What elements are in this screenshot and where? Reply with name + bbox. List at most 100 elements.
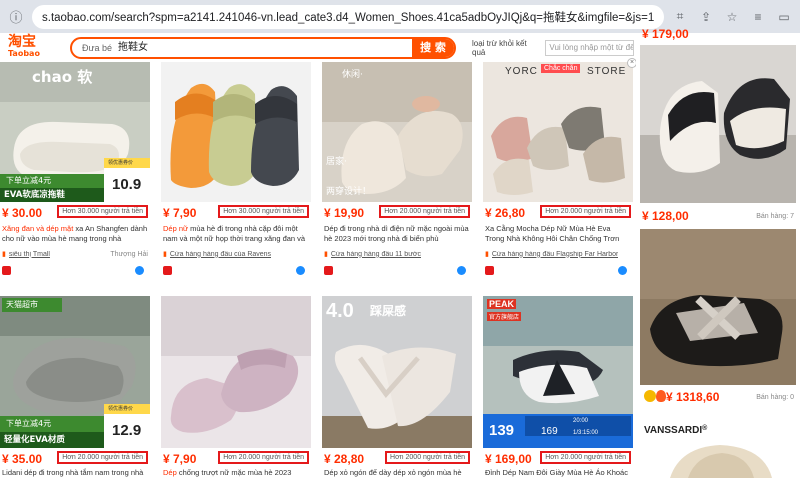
- search-button[interactable]: 搜 索: [412, 39, 454, 57]
- shop-marker-icon: ▮: [485, 251, 489, 258]
- shop-name[interactable]: siêu thị Tmall: [9, 251, 50, 258]
- title-highlight: Dép nữ: [163, 224, 189, 233]
- promo-tag-1: 169: [541, 426, 558, 437]
- image-tag: YORC: [505, 66, 538, 77]
- product-title[interactable]: Dép nữ mùa hè đi trong nhà cặp đôi một n…: [163, 224, 309, 244]
- recommend-image-1[interactable]: [640, 45, 796, 203]
- product-image[interactable]: 4.0 踩屎感: [322, 296, 472, 448]
- price: ¥ 19,90: [324, 206, 365, 220]
- product-title[interactable]: Dép xỏ ngón đế dày dép xỏ ngón mùa hè: [324, 468, 470, 478]
- recommend-price-1: ¥ 128,00: [642, 209, 689, 223]
- info-icon[interactable]: ⓘ: [6, 7, 26, 27]
- shop-name[interactable]: Cửa hàng hàng đầu 11 bước: [331, 251, 421, 258]
- title-text: Dép đi trong nhà dì điện nữ mặc ngoài mù…: [324, 224, 469, 243]
- recommend-image-3[interactable]: [640, 441, 796, 478]
- chat-icon[interactable]: [296, 266, 305, 275]
- badge-top: 下单立减4元: [6, 419, 52, 428]
- icon-row: [324, 266, 470, 278]
- product-title[interactable]: Dép chống trượt nữ mặc mùa hè 2023: [163, 468, 309, 478]
- reading-list-icon[interactable]: ≡: [748, 7, 768, 27]
- product-image[interactable]: [161, 62, 311, 202]
- product-card[interactable]: ¥ 7,90 Hơn 20.000 người trả tiền Dép chố…: [161, 296, 311, 478]
- product-title[interactable]: Lidani dép đi trong nhà tắm nam trong nh…: [2, 468, 148, 478]
- product-image[interactable]: YORC STORE Chắc chắn: [483, 62, 633, 202]
- sold-label: Bán hàng:: [756, 213, 789, 220]
- product-card[interactable]: 天猫超市 下单立减4元 轻量化EVA材质 领优惠券价 12.9 ¥ 35.00 …: [0, 296, 150, 478]
- badge-price-label: 领优惠券价: [108, 406, 134, 412]
- price-row: ¥ 26,80 Hơn 20.000 người trả tiền: [483, 204, 633, 222]
- shop-name[interactable]: Cửa hàng hàng đầu Flagship Far Harbor: [492, 251, 618, 258]
- image-tag: 4.0: [326, 300, 354, 322]
- price-row: ¥ 28,80 Hơn 2000 người trả tiền: [322, 450, 472, 468]
- share-icon[interactable]: ⇪: [696, 7, 716, 27]
- product-title[interactable]: Xăng đan và dép mặt xa An Shangfen dành …: [2, 224, 148, 244]
- recommend-image-2[interactable]: [640, 229, 796, 385]
- product-card[interactable]: PEAK 官方旗舰店 139 169 20:00 1/3:15:00 ¥ 169…: [483, 296, 633, 478]
- product-card[interactable]: chao 软 下单立减4元 EVA软底凉拖鞋 领优惠券价 10.9 ¥ 30.0…: [0, 62, 150, 290]
- exclude-filter: loại trừ khỏi kết quả Vui lòng nhập một …: [472, 39, 634, 57]
- image-tag-2: 居家·: [326, 157, 347, 167]
- promo-price: 139: [489, 422, 515, 439]
- sold-label: Bán hàng:: [756, 394, 789, 401]
- sold-value: 7: [790, 213, 794, 220]
- address-bar[interactable]: s.taobao.com/search?spm=a2141.241046-vn.…: [32, 4, 664, 29]
- product-card[interactable]: ¥ 7,90 Hơn 30.000 người trả tiền Dép nữ …: [161, 62, 311, 290]
- exclude-input[interactable]: Vui lòng nhập một từ để: [545, 40, 634, 56]
- title-text: Dép xỏ ngón đế dày dép xỏ ngón mùa hè: [324, 468, 462, 477]
- badge-price-label: 领优惠券价: [108, 160, 134, 166]
- price-row: ¥ 7,90 Hơn 20.000 người trả tiền: [161, 450, 311, 468]
- paid-count-badge: Hơn 20.000 người trả tiền: [379, 205, 470, 218]
- promo-tag-3: 1/3:15:00: [573, 430, 599, 436]
- title-highlight: Xăng đan và dép mặt: [2, 224, 74, 233]
- price-row: ¥ 35.00 Hơn 20.000 người trả tiền: [0, 450, 150, 468]
- price-row: ¥ 30.00 Hơn 30.000 người trả tiền: [0, 204, 150, 222]
- paid-count-badge: Hơn 20.000 người trả tiền: [218, 451, 309, 464]
- title-text: Lidani dép đi trong nhà tắm nam trong nh…: [2, 468, 144, 477]
- search-input[interactable]: 拖鞋女: [118, 39, 412, 57]
- product-image[interactable]: PEAK 官方旗舰店 139 169 20:00 1/3:15:00: [483, 296, 633, 448]
- price-row: ¥ 169,00 Hơn 20.000 người trả tiền: [483, 450, 633, 468]
- shop-name[interactable]: Cửa hàng hàng đầu của Ravens: [170, 251, 271, 258]
- taobao-logo[interactable]: 淘宝 Taobao: [8, 35, 48, 61]
- price: ¥ 30.00: [2, 206, 43, 220]
- chat-icon[interactable]: [135, 266, 144, 275]
- shop-row: ▮ Cửa hàng hàng đầu của Ravens: [163, 248, 309, 260]
- chat-icon[interactable]: [457, 266, 466, 275]
- image-tag-2: STORE: [587, 66, 627, 77]
- split-view-icon[interactable]: ▭: [774, 7, 794, 27]
- recommendation-column: ¥ 179,00 ¥ 128,00 Bán hàng: 7 ¥ 1318,60 …: [636, 27, 800, 478]
- icon-row: [163, 266, 309, 278]
- shop-marker-icon: ▮: [163, 251, 167, 258]
- chat-icon[interactable]: [618, 266, 627, 275]
- image-tag-2: 踩屎感: [370, 304, 407, 318]
- promo-tag-2: 20:00: [573, 418, 589, 424]
- paid-count-badge: Hơn 20.000 người trả tiền: [540, 205, 631, 218]
- logo-chinese: 淘宝: [8, 34, 36, 50]
- product-image[interactable]: 天猫超市 下单立减4元 轻量化EVA材质 领优惠券价 12.9: [0, 296, 150, 448]
- price: ¥ 169,00: [485, 452, 532, 466]
- search-scope[interactable]: Đưa bé: [72, 39, 118, 57]
- product-image[interactable]: [161, 296, 311, 448]
- image-tag-2: 官方旗舰店: [487, 312, 522, 321]
- product-image[interactable]: chao 软 下单立减4元 EVA软底凉拖鞋 领优惠券价 10.9: [0, 62, 150, 202]
- product-card[interactable]: YORC STORE Chắc chắn × ¥ 26,80 Hơn 20.00…: [483, 58, 637, 290]
- taobao-header: 淘宝 Taobao Đưa bé 拖鞋女 搜 索 loại trừ khỏi k…: [0, 33, 634, 62]
- brand-name: VANSSARDI®: [644, 425, 707, 436]
- product-card[interactable]: 休闲· 居家· 两穿设计！ ¥ 19,90 Hơn 20.000 người t…: [322, 62, 472, 290]
- product-title[interactable]: Xa Cằng Mocha Dép Nữ Mùa Hè Eva Trong Nh…: [485, 224, 631, 244]
- product-card[interactable]: 4.0 踩屎感 ¥ 28,80 Hơn 2000 người trả tiền …: [322, 296, 472, 478]
- bookmark-star-icon[interactable]: ☆: [722, 7, 742, 27]
- paid-count-badge: Hơn 20.000 người trả tiền: [57, 451, 148, 464]
- recommend-sold-1: Bán hàng: 7: [756, 213, 794, 220]
- product-title[interactable]: Dép đi trong nhà dì điện nữ mặc ngoài mù…: [324, 224, 470, 244]
- price-row: ¥ 19,90 Hơn 20.000 người trả tiền: [322, 204, 472, 222]
- tmall-icon: [324, 266, 333, 275]
- translate-icon[interactable]: ⌗: [670, 7, 690, 27]
- product-image[interactable]: 休闲· 居家· 两穿设计！: [322, 62, 472, 202]
- shop-row: ▮ Cửa hàng hàng đầu Flagship Far Harbor: [485, 248, 631, 260]
- product-title[interactable]: Đỉnh Dép Nam Đôi Giày Mùa Hè Áo Khoác: [485, 468, 631, 478]
- shop-row: ▮ Cửa hàng hàng đầu 11 bước: [324, 248, 470, 260]
- exclude-label: loại trừ khỏi kết quả: [472, 39, 527, 57]
- paid-count-badge: Hơn 30.000 người trả tiền: [57, 205, 148, 218]
- image-tag: 天猫超市: [6, 300, 38, 309]
